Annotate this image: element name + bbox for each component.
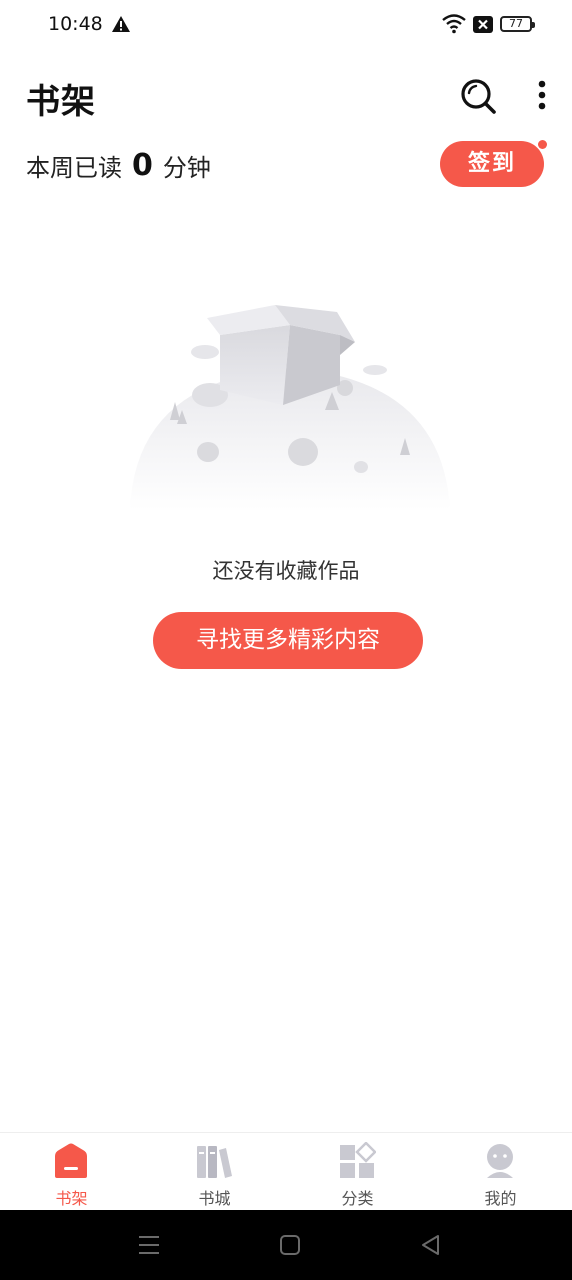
nav-item-category[interactable]: 分类 <box>286 1133 429 1211</box>
battery-icon: 77 <box>500 16 535 32</box>
nav-label-bookstore: 书城 <box>198 1189 231 1208</box>
nav-item-bookstore[interactable]: 书城 <box>143 1133 286 1211</box>
checkin-button[interactable]: 签到 <box>440 141 544 187</box>
wifi-icon <box>442 14 466 34</box>
back-icon[interactable] <box>418 1232 444 1258</box>
more-menu-icon[interactable] <box>530 78 554 114</box>
nav-label-bookshelf: 书架 <box>55 1189 88 1208</box>
status-time: 10:48 <box>48 13 103 35</box>
discover-more-button[interactable]: 寻找更多精彩内容 <box>153 612 423 669</box>
nav-label-profile: 我的 <box>484 1189 517 1208</box>
notification-dot <box>538 140 547 149</box>
battery-level: 77 <box>509 17 523 30</box>
weekly-reading-unit: 分钟 <box>162 153 211 182</box>
nav-item-bookshelf[interactable]: 书架 <box>0 1133 143 1211</box>
nav-item-profile[interactable]: 我的 <box>429 1133 572 1211</box>
empty-message: 还没有收藏作品 <box>212 559 360 583</box>
empty-box-illustration <box>130 305 450 510</box>
bookshelf-icon <box>55 1143 87 1178</box>
home-icon[interactable] <box>277 1232 303 1258</box>
no-sim-icon <box>473 16 493 33</box>
menu-icon[interactable] <box>136 1232 162 1258</box>
bottom-nav: 书架 书城 分类 我的 <box>0 1132 572 1211</box>
page-title: 书架 <box>26 82 96 122</box>
profile-icon <box>487 1144 513 1178</box>
category-icon <box>340 1142 376 1178</box>
weekly-reading-label: 本周已读 <box>26 153 122 182</box>
weekly-reading: 本周已读 0 分钟 <box>26 145 211 185</box>
nav-label-category: 分类 <box>341 1189 374 1208</box>
bookstore-icon <box>197 1146 232 1178</box>
search-icon[interactable] <box>458 76 498 116</box>
weekly-reading-count: 0 <box>132 147 153 183</box>
system-nav-bar <box>0 1210 572 1280</box>
warning-icon <box>112 16 130 32</box>
status-bar: 10:48 77 <box>0 0 572 50</box>
